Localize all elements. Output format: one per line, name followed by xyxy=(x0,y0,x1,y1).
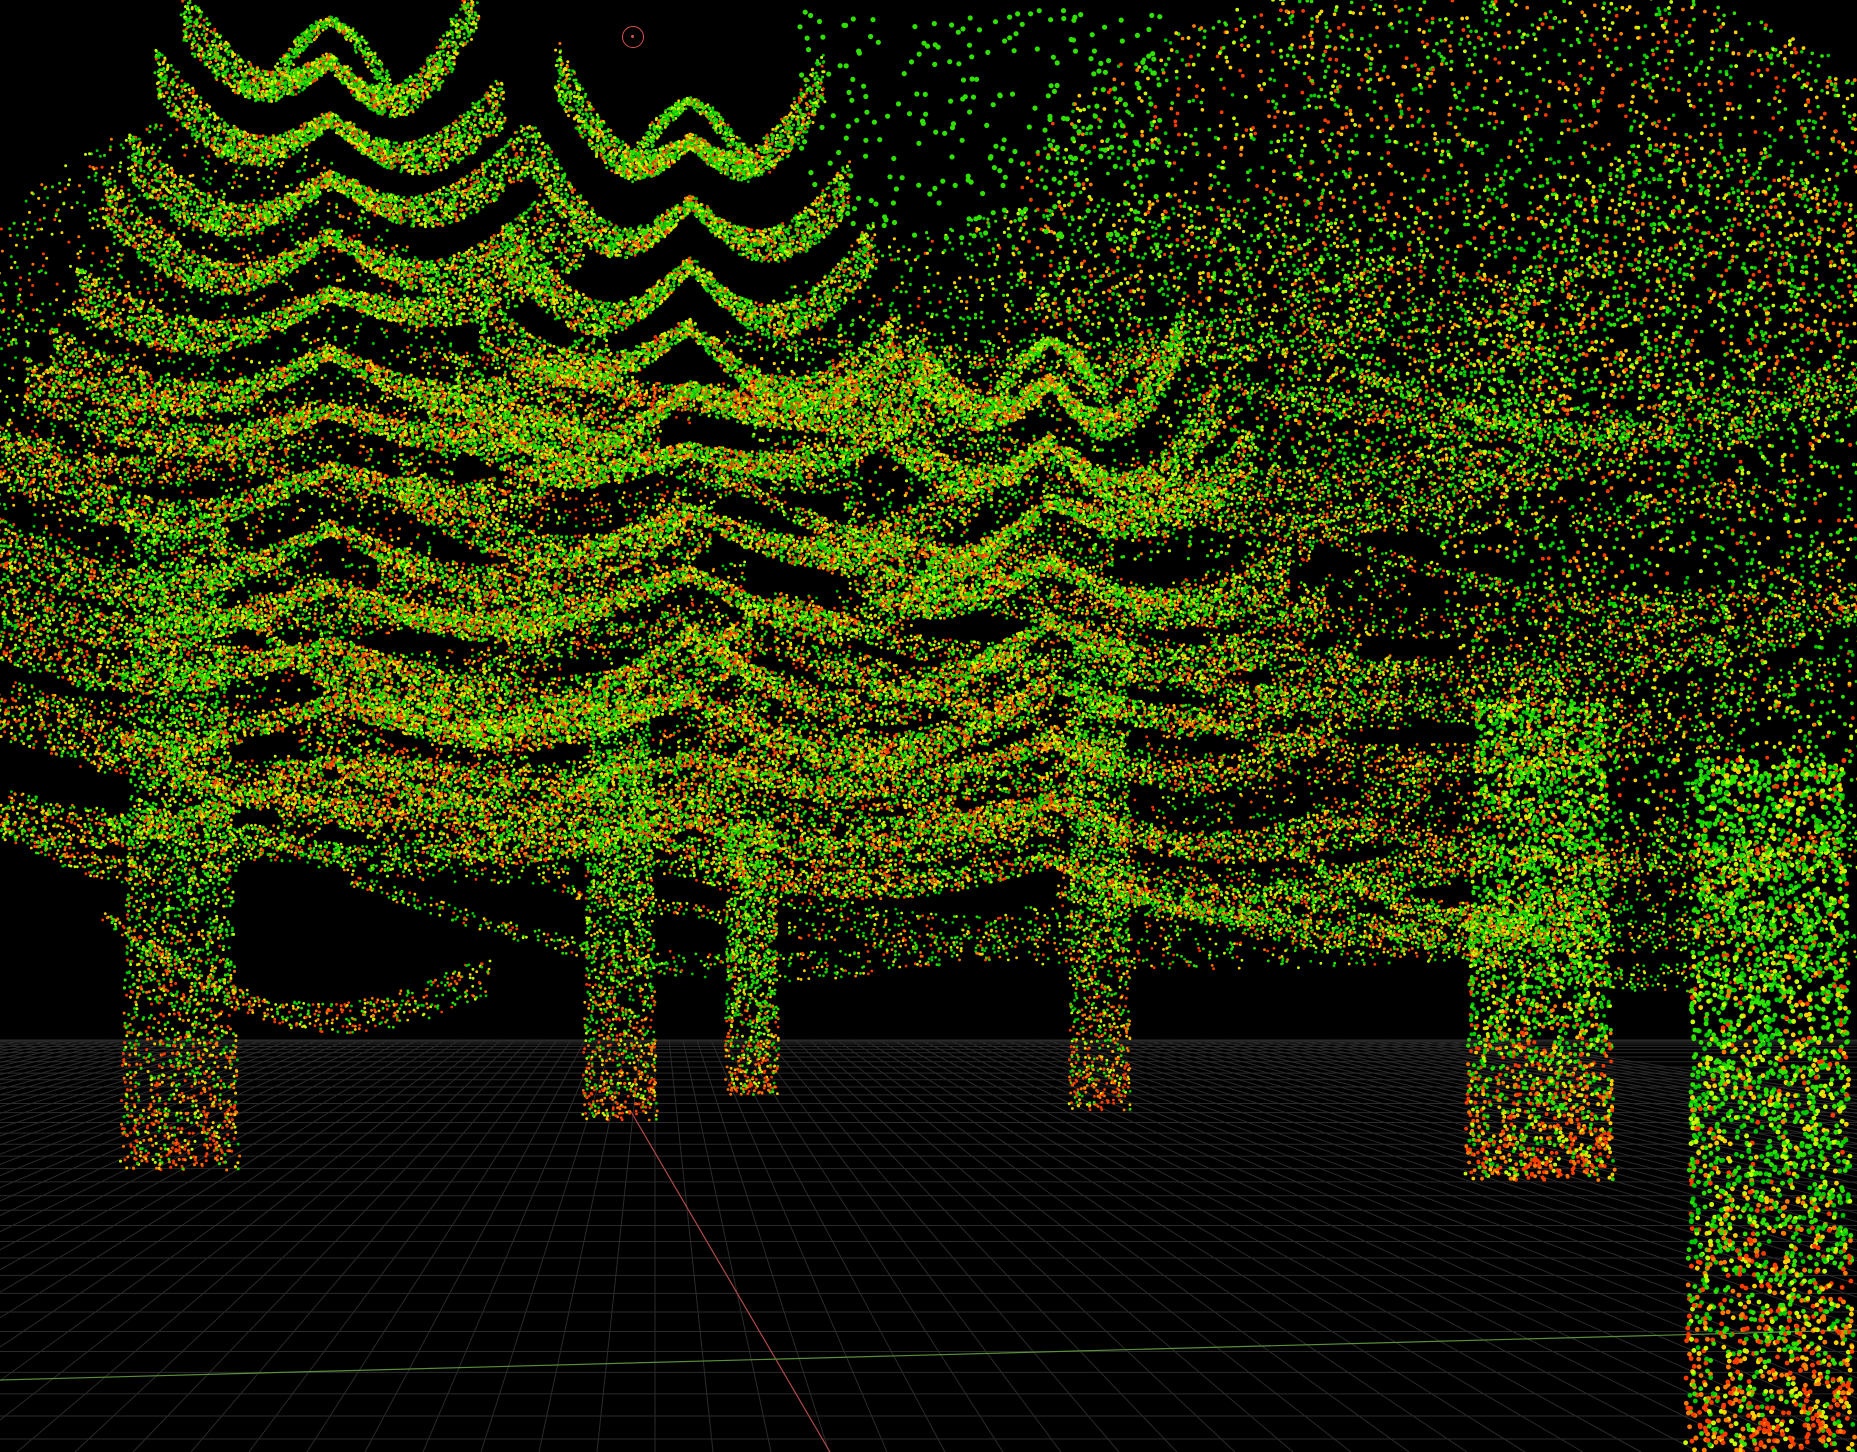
point-cloud-points xyxy=(0,0,1857,1452)
point-cloud-viewport[interactable] xyxy=(0,0,1857,1452)
orbit-pivot-icon[interactable] xyxy=(622,26,644,48)
point-cloud-scene[interactable] xyxy=(0,0,1857,1452)
ground-grid xyxy=(0,1040,1857,1452)
